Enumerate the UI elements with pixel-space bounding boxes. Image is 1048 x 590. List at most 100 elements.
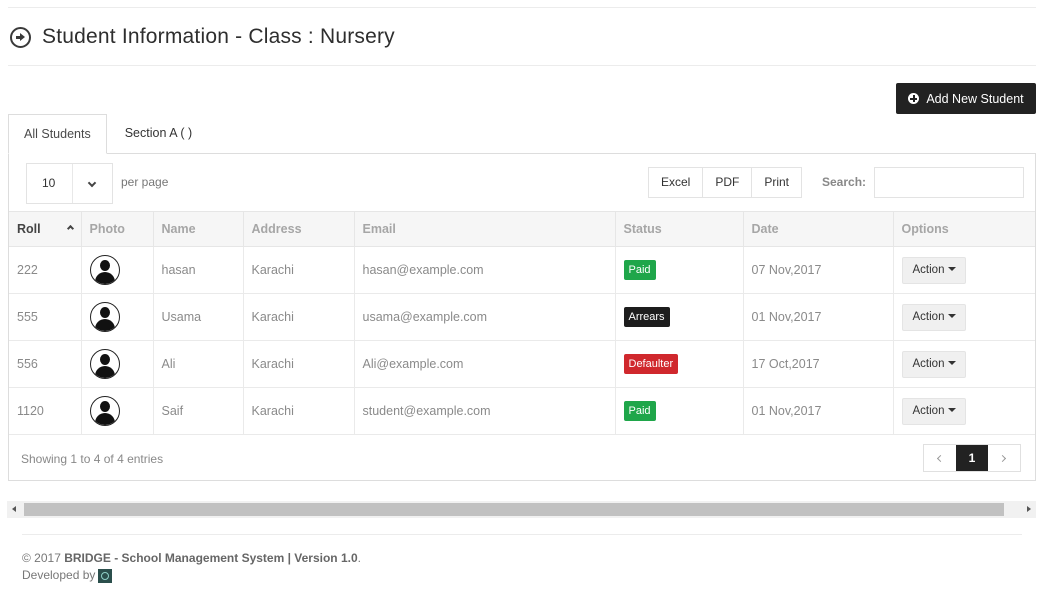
student-tabs: All Students Section A ( ) [8, 114, 207, 154]
address-cell: Karachi [243, 293, 355, 341]
action-label: Action [912, 310, 945, 323]
excel-button[interactable]: Excel [649, 168, 704, 197]
table-row: 222 hasan Karachi hasan@example.com Paid… [9, 246, 1035, 294]
action-dropdown-button[interactable]: Action [901, 350, 966, 378]
status-cell: Defaulter [615, 340, 744, 388]
page-length-select[interactable]: 10 [26, 163, 113, 204]
action-dropdown-button[interactable]: Action [901, 303, 966, 331]
address-cell: Karachi [243, 340, 355, 388]
photo-cell [81, 293, 154, 341]
page-button-current[interactable]: 1 [956, 445, 988, 471]
developer-logo-icon[interactable] [98, 568, 113, 583]
column-header-address[interactable]: Address [243, 211, 355, 247]
table-row: 556 Ali Karachi Ali@example.com Defaulte… [9, 340, 1035, 388]
scroll-left-arrow-icon[interactable] [12, 506, 16, 512]
status-cell: Arrears [615, 293, 744, 341]
per-page-label: per page [121, 175, 169, 189]
search-input[interactable] [874, 167, 1024, 198]
status-badge: Paid [623, 260, 656, 280]
photo-cell [81, 340, 154, 388]
action-label: Action [912, 263, 945, 276]
column-header-name[interactable]: Name [153, 211, 244, 247]
status-cell: Paid [615, 387, 744, 435]
roll-cell: 555 [9, 293, 82, 341]
footer-developer-line: Developed by [22, 567, 361, 584]
address-cell: Karachi [243, 387, 355, 435]
name-cell: Saif [153, 387, 244, 435]
column-header-status[interactable]: Status [615, 211, 744, 247]
caret-down-icon [948, 267, 957, 272]
pdf-button[interactable]: PDF [703, 168, 753, 197]
table-header-row: Roll Photo Name Address Email Status Dat… [9, 211, 1035, 247]
search-label: Search: [822, 175, 867, 189]
footer: © 2017 BRIDGE - School Management System… [22, 550, 361, 584]
pagination: 1 [923, 444, 1021, 472]
status-badge: Paid [623, 401, 656, 421]
user-silhouette-icon [89, 255, 120, 285]
page-header: Student Information - Class : Nursery [10, 22, 395, 52]
date-cell: 01 Nov,2017 [743, 387, 894, 435]
tab-all-students[interactable]: All Students [8, 114, 107, 154]
entries-summary: Showing 1 to 4 of 4 entries [21, 452, 164, 466]
product-name: BRIDGE - School Management System | Vers… [64, 551, 358, 565]
header-divider [8, 65, 1036, 66]
previous-page-button[interactable] [924, 445, 956, 471]
copyright-text: © 2017 [22, 551, 61, 565]
status-cell: Paid [615, 246, 744, 294]
table-row: 555 Usama Karachi usama@example.com Arre… [9, 293, 1035, 341]
address-cell: Karachi [243, 246, 355, 294]
name-cell: Usama [153, 293, 244, 341]
action-dropdown-button[interactable]: Action [901, 397, 966, 425]
chevron-down-icon[interactable] [72, 164, 112, 203]
column-header-date[interactable]: Date [743, 211, 894, 247]
column-header-email[interactable]: Email [354, 211, 616, 247]
name-cell: hasan [153, 246, 244, 294]
column-header-options: Options [893, 211, 1035, 247]
status-badge: Arrears [623, 307, 670, 327]
options-cell: Action [893, 293, 1035, 341]
scrollbar-thumb[interactable] [24, 503, 1004, 516]
email-cell: Ali@example.com [354, 340, 616, 388]
circle-arrow-right-icon [10, 26, 31, 48]
column-header-roll[interactable]: Roll [9, 211, 82, 247]
user-silhouette-icon [89, 349, 120, 379]
column-header-label: Roll [17, 222, 41, 236]
photo-cell [81, 246, 154, 294]
caret-down-icon [948, 408, 957, 413]
table-row: 1120 Saif Karachi student@example.com Pa… [9, 387, 1035, 435]
next-page-button[interactable] [988, 445, 1020, 471]
options-cell: Action [893, 340, 1035, 388]
page-length-value: 10 [42, 176, 56, 190]
caret-down-icon [948, 361, 957, 366]
page-title: Student Information - Class : Nursery [42, 25, 395, 48]
options-cell: Action [893, 246, 1035, 294]
footer-copyright-line: © 2017 BRIDGE - School Management System… [22, 551, 361, 565]
date-cell: 07 Nov,2017 [743, 246, 894, 294]
add-new-student-label: Add New Student [926, 91, 1024, 106]
email-cell: usama@example.com [354, 293, 616, 341]
horizontal-scrollbar[interactable] [7, 501, 1036, 518]
user-silhouette-icon [89, 302, 120, 332]
action-dropdown-button[interactable]: Action [901, 256, 966, 284]
print-button[interactable]: Print [752, 168, 801, 197]
footer-divider [22, 534, 1022, 535]
date-cell: 01 Nov,2017 [743, 293, 894, 341]
action-label: Action [912, 404, 945, 417]
plus-circle-icon [908, 93, 920, 104]
sort-ascending-icon [66, 224, 74, 233]
add-new-student-button[interactable]: Add New Student [896, 83, 1036, 114]
user-silhouette-icon [89, 396, 120, 426]
photo-cell [81, 387, 154, 435]
status-badge: Defaulter [623, 354, 679, 374]
column-header-photo[interactable]: Photo [81, 211, 154, 247]
tab-section-a[interactable]: Section A ( ) [107, 114, 207, 154]
developed-by-text: Developed by [22, 568, 96, 582]
action-label: Action [912, 357, 945, 370]
roll-cell: 222 [9, 246, 82, 294]
email-cell: student@example.com [354, 387, 616, 435]
top-divider [8, 7, 1036, 8]
date-cell: 17 Oct,2017 [743, 340, 894, 388]
scroll-right-arrow-icon[interactable] [1027, 506, 1031, 512]
export-button-group: Excel PDF Print [648, 167, 803, 198]
name-cell: Ali [153, 340, 244, 388]
